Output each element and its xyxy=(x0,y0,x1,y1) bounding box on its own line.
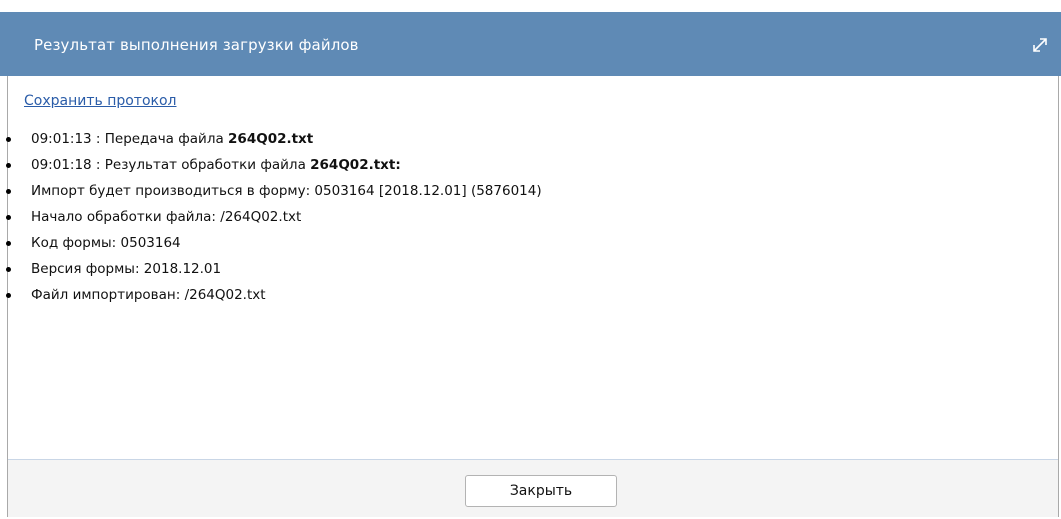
log-text: 09:01:13 : Передача файла xyxy=(31,131,229,147)
log-item: 09:01:18 : Результат обработки файла 264… xyxy=(6,156,542,182)
dialog-header: Результат выполнения загрузки файлов xyxy=(0,12,1061,76)
log-item: Код формы: 0503164 xyxy=(6,234,542,260)
log-item: Начало обработки файла: /264Q02.txt xyxy=(6,208,542,234)
dialog-footer: Закрыть xyxy=(8,459,1058,517)
log-text: Версия формы: 2018.12.01 xyxy=(31,261,222,277)
log-filename: 264Q02.txt: xyxy=(310,157,401,173)
background-strip xyxy=(0,0,1061,12)
dialog-title: Результат выполнения загрузки файлов xyxy=(34,36,359,54)
save-protocol-link[interactable]: Сохранить протокол xyxy=(24,93,177,109)
log-text: Код формы: 0503164 xyxy=(31,235,181,251)
log-list: 09:01:13 : Передача файла 264Q02.txt 09:… xyxy=(6,130,542,312)
expand-arrows-icon[interactable] xyxy=(1029,34,1051,56)
log-item: Файл импортирован: /264Q02.txt xyxy=(6,286,542,312)
log-text: Файл импортирован: /264Q02.txt xyxy=(31,287,266,303)
dialog-content: Сохранить протокол 09:01:13 : Передача ф… xyxy=(6,77,1058,459)
log-item: 09:01:13 : Передача файла 264Q02.txt xyxy=(6,130,542,156)
log-text: 09:01:18 : Результат обработки файла xyxy=(31,157,311,173)
log-item: Импорт будет производиться в форму: 0503… xyxy=(6,182,542,208)
close-button[interactable]: Закрыть xyxy=(465,475,617,507)
log-text: Импорт будет производиться в форму: 0503… xyxy=(31,183,542,199)
log-item: Версия формы: 2018.12.01 xyxy=(6,260,542,286)
log-text: Начало обработки файла: /264Q02.txt xyxy=(31,209,302,225)
log-filename: 264Q02.txt xyxy=(228,131,314,147)
